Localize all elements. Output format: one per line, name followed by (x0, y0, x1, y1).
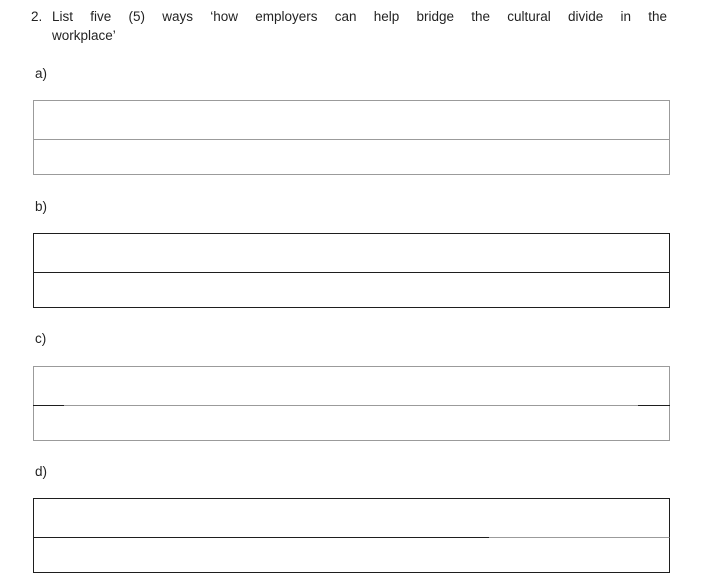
answer-field-b-1[interactable] (33, 233, 670, 272)
answer-table-c (33, 366, 670, 441)
answer-field-a-1[interactable] (33, 100, 670, 139)
answer-field-b-2[interactable] (33, 272, 670, 308)
answer-field-d-2[interactable] (33, 537, 670, 573)
question-number: 2. (31, 9, 43, 24)
answer-label-c: c) (35, 331, 47, 346)
answer-field-d-1[interactable] (33, 498, 670, 537)
question-row: 2. List five (5) ways ‘how employers can… (31, 7, 667, 45)
answer-field-a-2[interactable] (33, 139, 670, 175)
answer-label-d: d) (35, 464, 48, 479)
answer-table-d (33, 498, 670, 573)
question-block: 2. List five (5) ways ‘how employers can… (31, 7, 667, 45)
question-text-line-2: workplace’ (52, 28, 116, 43)
answer-label-a: a) (35, 66, 48, 81)
answer-label-b: b) (35, 199, 48, 214)
question-text-line-1: List five (5) ways ‘how employers can he… (52, 9, 667, 24)
answer-field-c-1[interactable] (33, 366, 670, 405)
answer-table-a (33, 100, 670, 175)
answer-field-c-2[interactable] (33, 405, 670, 441)
answer-table-b (33, 233, 670, 308)
question-text: List five (5) ways ‘how employers can he… (52, 7, 667, 45)
